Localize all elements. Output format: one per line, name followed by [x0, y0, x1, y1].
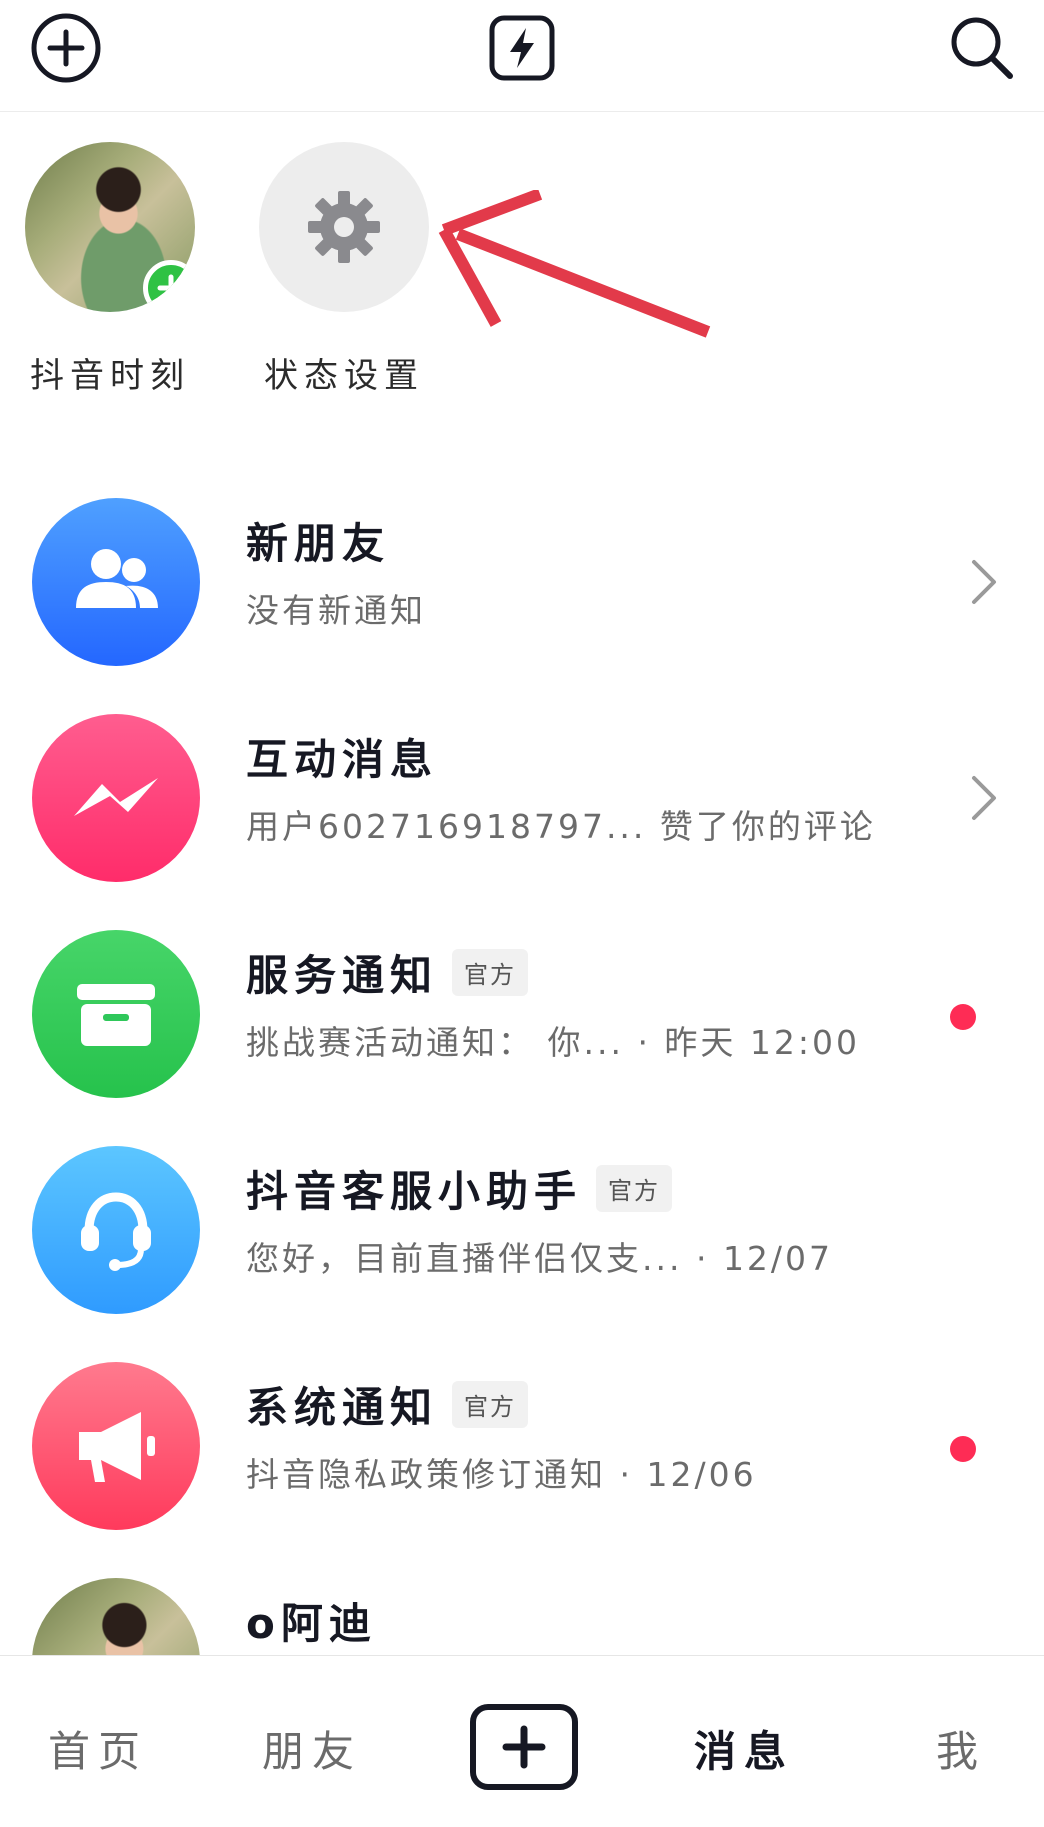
list-item-subtitle: 挑战赛活动通知： 你... · 昨天 12:00	[246, 1023, 861, 1062]
list-item-customer-service[interactable]: 抖音客服小助手 官方 您好，目前直播伴侣仅支... · 12/07	[0, 1132, 1044, 1348]
plus-circle-icon[interactable]	[28, 10, 104, 86]
lightning-icon[interactable]	[484, 10, 560, 86]
list-item-title: 互动消息	[246, 735, 439, 784]
plus-icon	[502, 1725, 546, 1769]
list-item-title: 抖音客服小助手	[246, 1167, 583, 1216]
story-douyin-moment[interactable]: 抖音时刻	[10, 142, 210, 397]
headset-icon	[32, 1146, 200, 1314]
interaction-icon	[32, 714, 200, 882]
nav-friends[interactable]: 朋友	[262, 1718, 362, 1779]
official-badge: 官方	[452, 949, 529, 996]
nav-messages[interactable]: 消息	[694, 1718, 794, 1779]
list-item-interaction-messages[interactable]: 互动消息 用户602716918797... 赞了你的评论	[0, 700, 1044, 916]
list-item-title: 系统通知	[246, 1383, 439, 1432]
list-item-title: 服务通知	[246, 951, 439, 1000]
add-badge-icon[interactable]	[143, 260, 195, 312]
unread-dot	[950, 1436, 976, 1462]
status-settings-button[interactable]	[259, 142, 429, 312]
megaphone-icon	[32, 1362, 200, 1530]
list-item-title: 新朋友	[246, 519, 391, 568]
list-item-new-friends[interactable]: 新朋友 没有新通知	[0, 484, 1044, 700]
nav-home[interactable]: 首页	[48, 1718, 148, 1779]
list-item-subtitle: 用户602716918797... 赞了你的评论	[246, 807, 876, 846]
official-badge: 官方	[452, 1381, 529, 1428]
search-icon[interactable]	[944, 10, 1020, 86]
list-item-subtitle: 抖音隐私政策修订通知 · 12/06	[246, 1455, 757, 1494]
nav-me[interactable]: 我	[936, 1718, 986, 1779]
official-badge: 官方	[596, 1165, 673, 1212]
bottom-nav: 首页 朋友 消息 我	[0, 1655, 1044, 1827]
top-bar	[0, 0, 1044, 112]
unread-dot	[950, 1004, 976, 1030]
chevron-right-icon	[972, 560, 996, 604]
avatar[interactable]	[25, 142, 195, 312]
gear-icon	[308, 191, 380, 263]
chevron-right-icon	[972, 776, 996, 820]
list-item-service-notifications[interactable]: 服务通知 官方 挑战赛活动通知： 你... · 昨天 12:00	[0, 916, 1044, 1132]
story-label: 状态设置	[264, 356, 424, 396]
list-item-title: o阿迪	[246, 1599, 377, 1648]
create-button[interactable]	[470, 1704, 578, 1790]
friends-icon	[32, 498, 200, 666]
list-item-subtitle: 您好，目前直播伴侣仅支... · 12/07	[246, 1239, 834, 1278]
red-arrow-annotation	[438, 190, 711, 338]
inbox-icon	[32, 930, 200, 1098]
story-status-settings[interactable]: 状态设置	[244, 142, 444, 397]
list-item-system-notifications[interactable]: 系统通知 官方 抖音隐私政策修订通知 · 12/06	[0, 1348, 1044, 1564]
story-label: 抖音时刻	[30, 356, 190, 396]
list-item-subtitle: 没有新通知	[246, 591, 426, 630]
